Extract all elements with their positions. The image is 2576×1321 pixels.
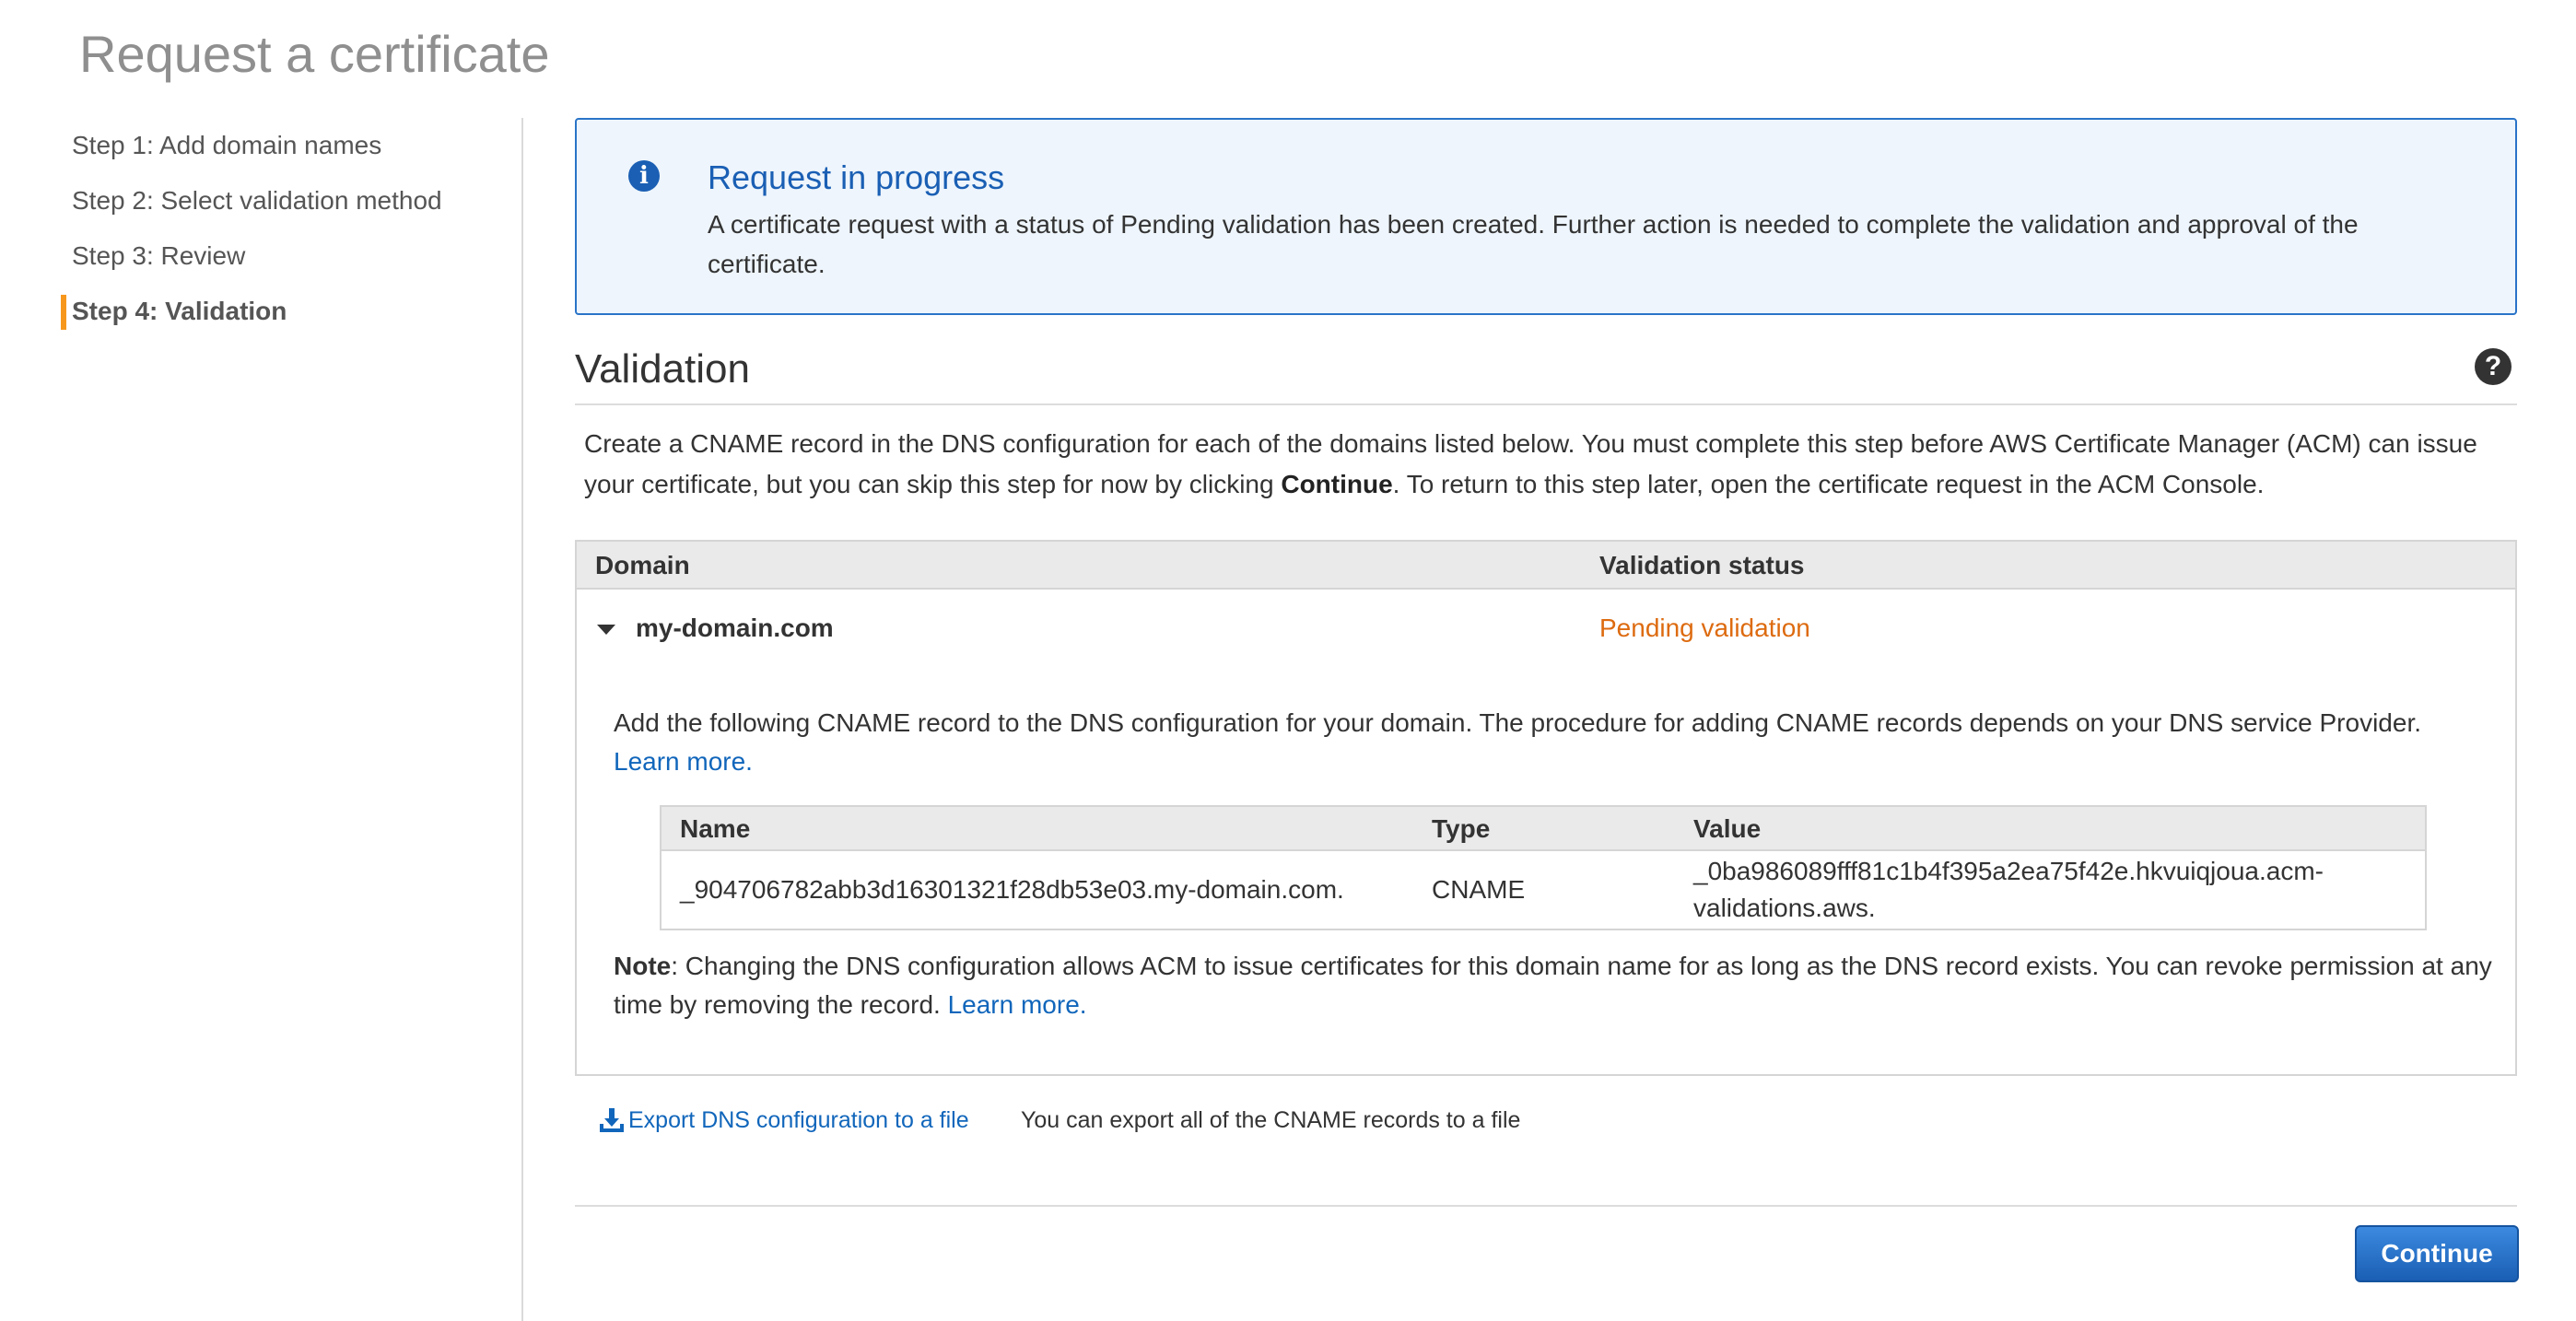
status-column-header: Validation status bbox=[1599, 551, 1805, 579]
cname-table: Name Type Value _904706782abb3d16301321f… bbox=[660, 805, 2427, 930]
cname-name[interactable]: _904706782abb3d16301321f28db53e03.my-dom… bbox=[680, 871, 1344, 908]
cname-table-header: Name Type Value bbox=[662, 807, 2425, 851]
domain-table: Domain Validation status my-domain.com P… bbox=[575, 540, 2517, 1076]
page-title: Request a certificate bbox=[79, 25, 550, 83]
domain-column-header: Domain bbox=[595, 551, 690, 579]
steps-nav: Step 1: Add domain names Step 2: Select … bbox=[61, 125, 503, 346]
download-icon bbox=[600, 1108, 624, 1132]
note-learn-more-link[interactable]: Learn more. bbox=[948, 990, 1087, 1019]
note-body: : Changing the DNS configuration allows … bbox=[614, 952, 2492, 1019]
step-2[interactable]: Step 2: Select validation method bbox=[61, 181, 503, 236]
sidebar-divider bbox=[521, 118, 523, 1321]
step-1[interactable]: Step 1: Add domain names bbox=[61, 125, 503, 181]
validation-title: Validation bbox=[575, 346, 750, 392]
cname-type: CNAME bbox=[1432, 875, 1526, 904]
domain-name[interactable]: my-domain.com bbox=[636, 612, 834, 645]
validation-intro: Create a CNAME record in the DNS configu… bbox=[584, 424, 2519, 505]
note-text: Note: Changing the DNS configuration all… bbox=[614, 947, 2493, 1024]
instructions-text: Add the following CNAME record to the DN… bbox=[614, 708, 2421, 737]
cname-instructions: Add the following CNAME record to the DN… bbox=[614, 704, 2493, 781]
name-column-header: Name bbox=[680, 814, 751, 843]
info-alert: i Request in progress A certificate requ… bbox=[575, 118, 2517, 315]
info-title: Request in progress bbox=[708, 158, 1005, 196]
continue-button[interactable]: Continue bbox=[2355, 1225, 2519, 1282]
step-4-active: Step 4: Validation bbox=[61, 291, 503, 346]
status-badge: Pending validation bbox=[1599, 614, 1810, 642]
info-text: A certificate request with a status of P… bbox=[708, 210, 2359, 278]
type-column-header: Type bbox=[1432, 814, 1491, 843]
intro-text-end: . To return to this step later, open the… bbox=[1392, 470, 2265, 498]
value-column-header: Value bbox=[1693, 814, 1762, 843]
domain-table-header: Domain Validation status bbox=[577, 542, 2515, 590]
export-link-label: Export DNS configuration to a file bbox=[628, 1107, 969, 1133]
cname-value[interactable]: _0ba986089fff81c1b4f395a2ea75f42e.hkvuiq… bbox=[1693, 853, 2394, 927]
caret-down-icon[interactable] bbox=[597, 625, 615, 635]
step-3[interactable]: Step 3: Review bbox=[61, 236, 503, 291]
note-label: Note bbox=[614, 952, 672, 980]
section-divider bbox=[575, 403, 2517, 405]
learn-more-link[interactable]: Learn more. bbox=[614, 747, 753, 776]
footer-divider bbox=[575, 1205, 2517, 1207]
export-help-text: You can export all of the CNAME records … bbox=[1021, 1107, 1521, 1133]
export-dns-link[interactable]: Export DNS configuration to a file bbox=[597, 1102, 969, 1139]
intro-bold: Continue bbox=[1281, 470, 1393, 498]
info-icon: i bbox=[628, 160, 660, 192]
help-icon[interactable]: ? bbox=[2475, 348, 2512, 385]
